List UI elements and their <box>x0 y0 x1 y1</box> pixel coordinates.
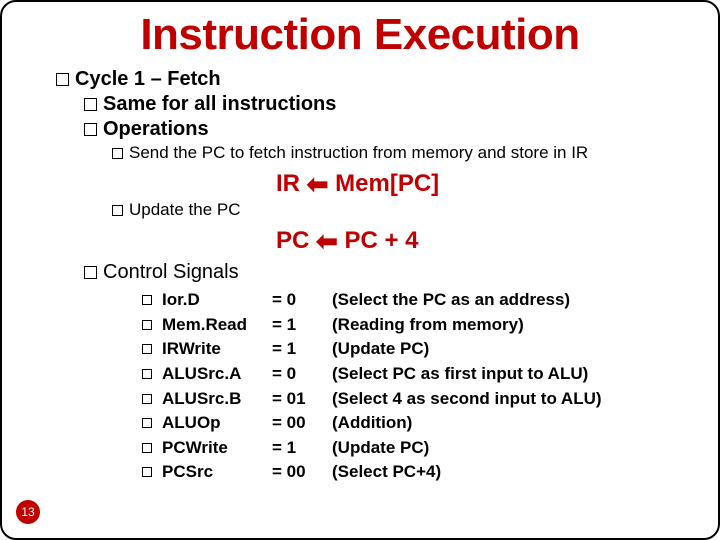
square-bullet-icon <box>142 295 152 305</box>
formula-ir: IR ⬅ Mem[PC] <box>56 167 688 198</box>
signal-name: Mem.Read <box>162 313 272 338</box>
signal-name: IRWrite <box>162 337 272 362</box>
signal-desc: (Select the PC as an address) <box>332 288 570 313</box>
square-bullet-icon <box>112 148 123 159</box>
left-arrow-icon: ⬅ <box>307 169 329 199</box>
signal-desc: (Update PC) <box>332 436 429 461</box>
square-bullet-icon <box>142 394 152 404</box>
signal-row: PCWrite= 1(Update PC) <box>142 436 688 461</box>
signal-row: IRWrite= 1(Update PC) <box>142 337 688 362</box>
signal-name: Ior.D <box>162 288 272 313</box>
square-bullet-icon <box>142 320 152 330</box>
signal-name: ALUSrc.A <box>162 362 272 387</box>
signal-value: = 00 <box>272 460 332 485</box>
level2-text: Operations <box>103 118 209 140</box>
slide-title: Instruction Execution <box>32 10 688 60</box>
level3-bullet: Update the PC <box>56 200 688 220</box>
page-number-badge: 13 <box>16 500 40 524</box>
signals-list: Ior.D= 0(Select the PC as an address) Me… <box>56 288 688 485</box>
square-bullet-icon <box>142 369 152 379</box>
square-bullet-icon <box>84 266 97 279</box>
signal-value: = 1 <box>272 436 332 461</box>
level1-bullet: Cycle 1 – Fetch <box>56 68 688 91</box>
square-bullet-icon <box>142 467 152 477</box>
signal-row: Ior.D= 0(Select the PC as an address) <box>142 288 688 313</box>
signal-desc: (Update PC) <box>332 337 429 362</box>
signal-value: = 1 <box>272 313 332 338</box>
slide-frame: Instruction Execution Cycle 1 – Fetch Sa… <box>0 0 720 540</box>
signal-name: ALUSrc.B <box>162 387 272 412</box>
level2-bullet: Same for all instructions <box>56 93 688 116</box>
level3-text: Send the PC to fetch instruction from me… <box>129 143 588 162</box>
signal-value: = 0 <box>272 362 332 387</box>
signal-name: PCSrc <box>162 460 272 485</box>
signal-name: ALUOp <box>162 411 272 436</box>
square-bullet-icon <box>84 98 97 111</box>
level3-text: Update the PC <box>129 200 241 219</box>
formula-lhs: IR <box>276 170 300 197</box>
left-arrow-icon: ⬅ <box>316 226 338 256</box>
signal-value: = 01 <box>272 387 332 412</box>
level1-text: Cycle 1 – Fetch <box>75 68 221 90</box>
signal-value: = 0 <box>272 288 332 313</box>
level3-bullet: Send the PC to fetch instruction from me… <box>56 143 688 163</box>
signal-desc: (Select PC+4) <box>332 460 441 485</box>
signal-desc: (Reading from memory) <box>332 313 524 338</box>
signal-row: ALUSrc.B= 01(Select 4 as second input to… <box>142 387 688 412</box>
signal-row: Mem.Read= 1(Reading from memory) <box>142 313 688 338</box>
signal-desc: (Select 4 as second input to ALU) <box>332 387 602 412</box>
signal-desc: (Select PC as first input to ALU) <box>332 362 588 387</box>
level2-bullet: Control Signals <box>56 261 688 284</box>
square-bullet-icon <box>84 123 97 136</box>
square-bullet-icon <box>142 443 152 453</box>
formula-lhs: PC <box>276 227 309 254</box>
level2-text: Control Signals <box>103 261 239 283</box>
square-bullet-icon <box>56 73 69 86</box>
formula-rhs: PC + 4 <box>344 227 418 254</box>
signal-row: PCSrc= 00(Select PC+4) <box>142 460 688 485</box>
square-bullet-icon <box>112 205 123 216</box>
signal-value: = 1 <box>272 337 332 362</box>
signal-desc: (Addition) <box>332 411 412 436</box>
square-bullet-icon <box>142 344 152 354</box>
level2-text: Same for all instructions <box>103 93 336 115</box>
signal-row: ALUSrc.A= 0(Select PC as first input to … <box>142 362 688 387</box>
formula-rhs: Mem[PC] <box>335 170 439 197</box>
slide-content: Cycle 1 – Fetch Same for all instruction… <box>32 68 688 485</box>
signal-value: = 00 <box>272 411 332 436</box>
level2-bullet: Operations <box>56 118 688 141</box>
formula-pc: PC ⬅ PC + 4 <box>56 224 688 255</box>
signal-name: PCWrite <box>162 436 272 461</box>
signal-row: ALUOp= 00(Addition) <box>142 411 688 436</box>
square-bullet-icon <box>142 418 152 428</box>
